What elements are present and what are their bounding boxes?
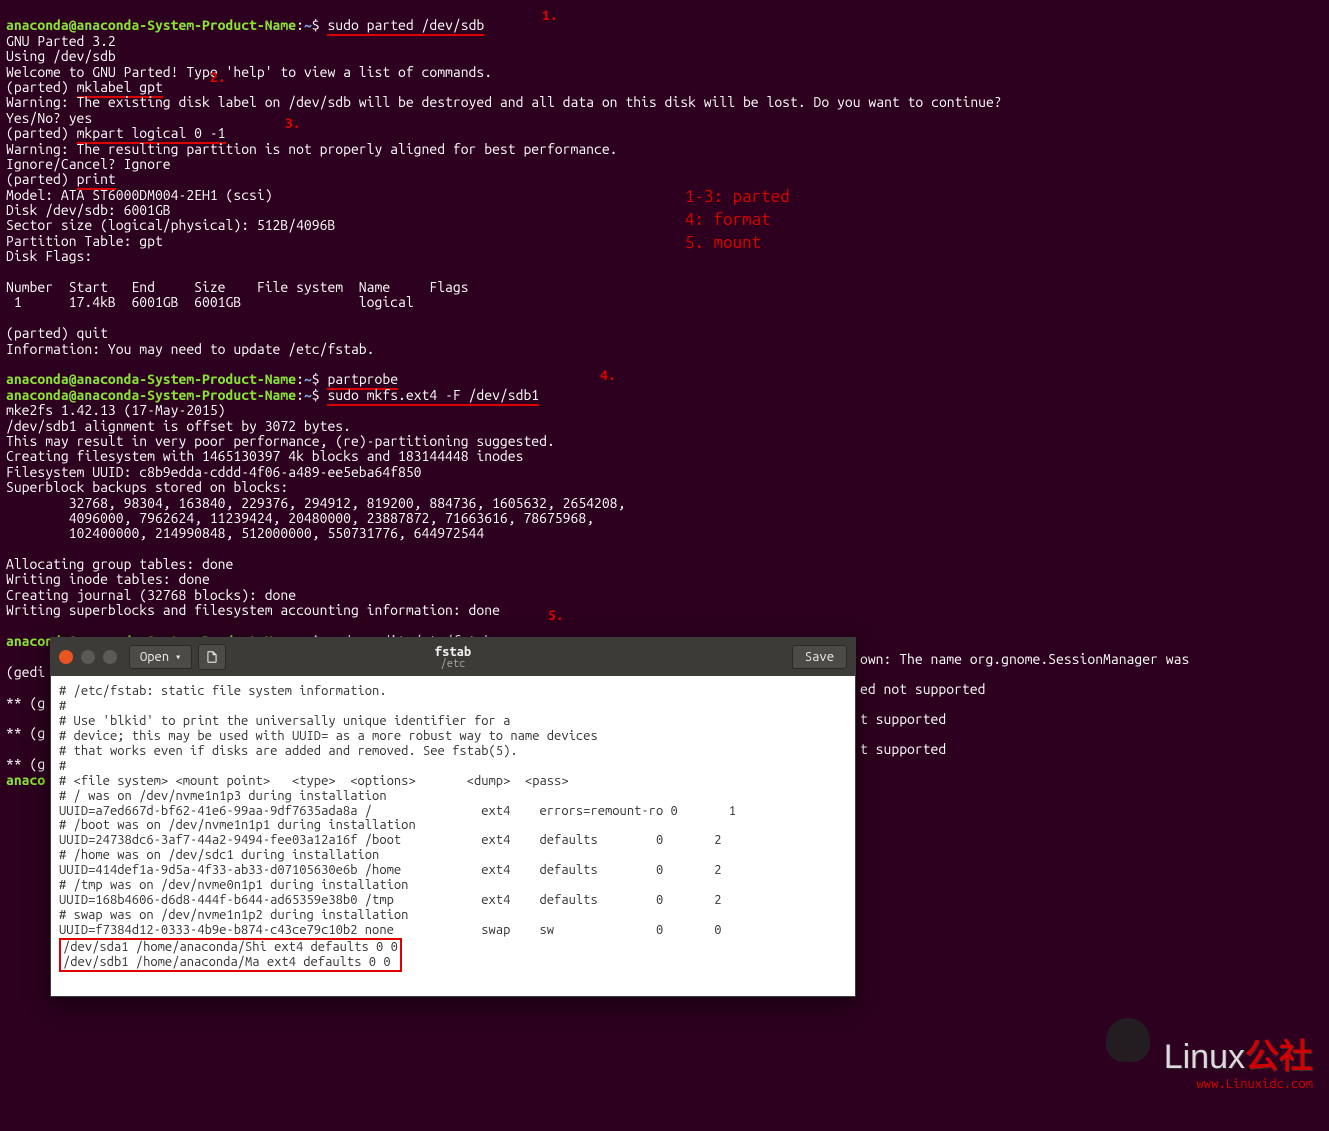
minimize-icon[interactable] xyxy=(81,650,95,664)
tail-anaco: anaco xyxy=(6,772,45,788)
annot-legend: 1-3: parted 4: format 5. mount xyxy=(685,186,790,255)
window-buttons xyxy=(59,650,117,664)
watermark-brand: Linux公社 xyxy=(1164,1039,1313,1076)
watermark-site: www.Linuxidc.com xyxy=(1106,1077,1313,1091)
annot-2: 2. xyxy=(210,70,226,85)
annot-4: 4. xyxy=(600,368,616,383)
fstab-l15: UUID=168b4606-d6d8-444f-b644-ad65359e38b… xyxy=(59,893,721,907)
mkfs-5: Filesystem UUID: c8b9edda-cddd-4f06-a489… xyxy=(6,464,422,480)
tail-right-3: t supported xyxy=(860,712,946,727)
fstab-l5: # that works even if disks are added and… xyxy=(59,744,518,758)
prompt-userhost: anaconda@anaconda-System-Product-Name xyxy=(6,17,296,33)
cmd-parted: sudo parted /dev/sdb xyxy=(327,17,484,36)
fstab-l3: # Use 'blkid' to print the universally u… xyxy=(59,714,510,728)
save-button[interactable]: Save xyxy=(792,645,847,669)
fstab-l10: # /boot was on /dev/nvme1n1p1 during ins… xyxy=(59,818,416,832)
mkfs-8: 4096000, 7962624, 11239424, 20480000, 23… xyxy=(6,510,594,526)
annot-1: 1. xyxy=(542,8,558,23)
tail-right-1: own: The name org.gnome.SessionManager w… xyxy=(860,652,1189,667)
legend-1: 1-3: parted xyxy=(685,186,790,209)
parted-ptable: Partition Table: gpt xyxy=(6,233,163,249)
mkfs-6: Superblock backups stored on blocks: xyxy=(6,479,288,495)
watermark: Linux公社 www.Linuxidc.com xyxy=(1106,1018,1313,1091)
mkfs-12: Creating journal (32768 blocks): done xyxy=(6,587,296,603)
mkfs-11: Writing inode tables: done xyxy=(6,571,210,587)
annot-3: 3. xyxy=(285,116,301,131)
tail-right-2: ed not supported xyxy=(860,682,985,697)
parted-warn-align: Warning: The resulting partition is not … xyxy=(6,141,618,157)
fstab-l9: UUID=a7ed667d-bf62-41e6-99aa-9df7635ada8… xyxy=(59,804,736,818)
mkfs-2: /dev/sdb1 alignment is offset by 3072 by… xyxy=(6,418,351,434)
tail-g2a: ** (g xyxy=(6,725,45,741)
mkfs-4: Creating filesystem with 1465130397 4k b… xyxy=(6,448,523,464)
fstab-l18: /dev/sda1 /home/anaconda/Shi ext4 defaul… xyxy=(63,940,398,954)
fstab-l8: # / was on /dev/nvme1n1p3 during install… xyxy=(59,789,387,803)
fstab-l14: # /tmp was on /dev/nvme0n1p1 during inst… xyxy=(59,878,408,892)
parted-info: Information: You may need to update /etc… xyxy=(6,341,374,357)
parted-ignore: Ignore/Cancel? Ignore xyxy=(6,156,171,172)
save-button-label: Save xyxy=(805,650,834,664)
fstab-l13: UUID=414def1a-9d5a-4f33-ab33-d07105630e6… xyxy=(59,863,721,877)
fstab-l19: /dev/sdb1 /home/anaconda/Ma ext4 default… xyxy=(63,955,391,969)
gedit-window[interactable]: Open ▾ fstab /etc Save # /etc/fstab: sta… xyxy=(50,637,856,997)
tail-right-4: t supported xyxy=(860,742,946,757)
cmd-mkfs: sudo mkfs.ext4 -F /dev/sdb1 xyxy=(327,387,539,406)
parted-header: Number Start End Size File system Name F… xyxy=(6,279,469,295)
mkfs-10: Allocating group tables: done xyxy=(6,556,233,572)
parted-sector: Sector size (logical/physical): 512B/409… xyxy=(6,217,335,233)
parted-disk: Disk /dev/sdb: 6001GB xyxy=(6,202,171,218)
fstab-l6: # xyxy=(59,759,66,773)
legend-2: 4: format xyxy=(685,209,790,232)
parted-version: GNU Parted 3.2 xyxy=(6,33,116,49)
chevron-down-icon: ▾ xyxy=(175,651,181,662)
fstab-l12: # /home was on /dev/sdc1 during installa… xyxy=(59,848,379,862)
tail-gedi: (gedi xyxy=(6,664,45,680)
mkfs-3: This may result in very poor performance… xyxy=(6,433,555,449)
mkfs-1: mke2fs 1.42.13 (17-May-2015) xyxy=(6,402,226,418)
new-document-button[interactable] xyxy=(198,644,226,670)
parted-row: 1 17.4kB 6001GB 6001GB logical xyxy=(6,294,414,310)
fstab-l1: # /etc/fstab: static file system informa… xyxy=(59,684,387,698)
open-button[interactable]: Open ▾ xyxy=(129,645,192,669)
tux-icon xyxy=(1106,1018,1150,1062)
fstab-l4: # device; this may be used with UUID= as… xyxy=(59,729,598,743)
new-doc-icon xyxy=(205,650,219,664)
fstab-l2: # xyxy=(59,699,66,713)
gedit-titlebar[interactable]: Open ▾ fstab /etc Save xyxy=(51,638,855,676)
open-button-label: Open xyxy=(140,650,169,664)
parted-welcome: Welcome to GNU Parted! Type 'help' to vi… xyxy=(6,64,492,80)
mkfs-13: Writing superblocks and filesystem accou… xyxy=(6,602,500,618)
parted-dflags: Disk Flags: xyxy=(6,248,92,264)
tail-g3a: ** (g xyxy=(6,756,45,772)
mkfs-9: 102400000, 214990848, 512000000, 5507317… xyxy=(6,525,484,541)
mkfs-7: 32768, 98304, 163840, 229376, 294912, 81… xyxy=(6,495,625,511)
gedit-editor[interactable]: # /etc/fstab: static file system informa… xyxy=(51,676,855,996)
fstab-l11: UUID=24738dc6-3af7-44a2-9494-fee03a12a16… xyxy=(59,833,721,847)
parted-quit: (parted) quit xyxy=(6,325,108,341)
maximize-icon[interactable] xyxy=(103,650,117,664)
parted-model: Model: ATA ST6000DM004-2EH1 (scsi) xyxy=(6,187,273,203)
tail-g1a: ** (g xyxy=(6,695,45,711)
annot-5: 5. xyxy=(548,608,564,623)
close-icon[interactable] xyxy=(59,650,73,664)
fstab-l16: # swap was on /dev/nvme1n1p2 during inst… xyxy=(59,908,408,922)
parted-using: Using /dev/sdb xyxy=(6,48,116,64)
fstab-l17: UUID=f7384d12-0333-4b9e-b874-c43ce79c10b… xyxy=(59,923,721,937)
legend-3: 5. mount xyxy=(685,232,790,255)
gedit-filename: fstab xyxy=(435,645,471,659)
parted-yesno: Yes/No? yes xyxy=(6,110,92,126)
fstab-added-lines-highlight: /dev/sda1 /home/anaconda/Shi ext4 defaul… xyxy=(59,938,402,972)
parted-warn-destroy: Warning: The existing disk label on /dev… xyxy=(6,94,1002,110)
fstab-l7: # <file system> <mount point> <type> <op… xyxy=(59,774,569,788)
